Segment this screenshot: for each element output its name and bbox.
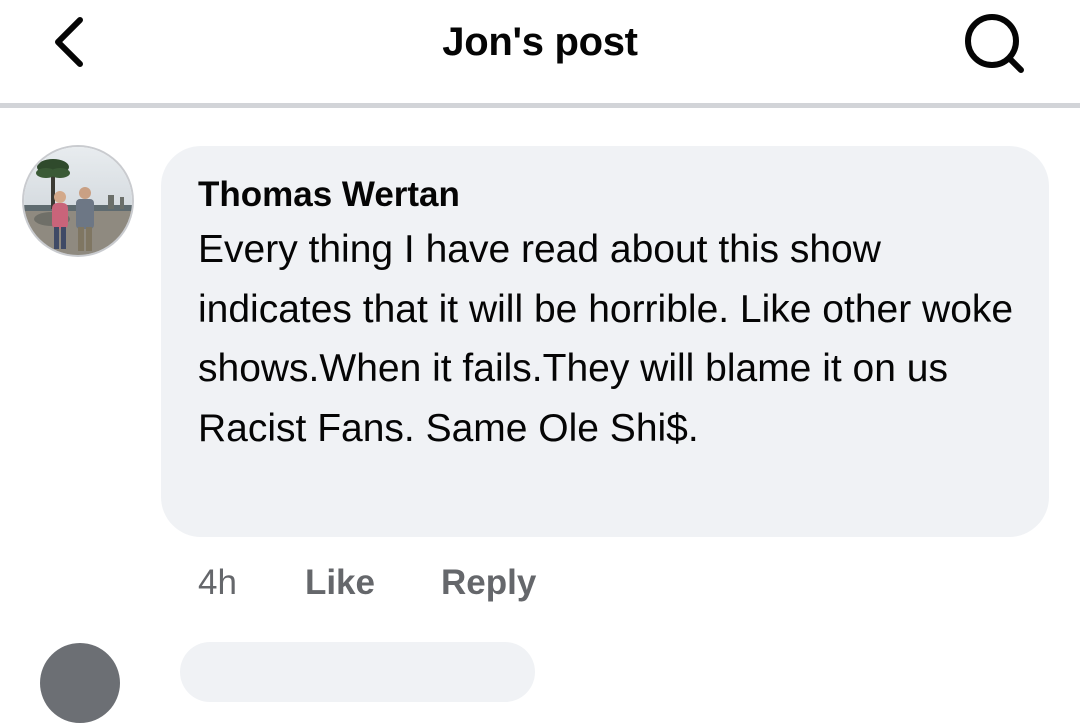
comment-author-name[interactable]: Thomas Wertan bbox=[198, 174, 460, 216]
next-comment-bubble bbox=[180, 642, 535, 702]
search-button[interactable] bbox=[958, 10, 1030, 76]
top-bar: Jon's post bbox=[0, 0, 1080, 104]
comment-text: Every thing I have read about this show … bbox=[198, 228, 1014, 450]
avatar[interactable] bbox=[24, 147, 132, 255]
comment-timestamp[interactable]: 4h bbox=[198, 563, 237, 603]
like-button[interactable]: Like bbox=[305, 563, 375, 603]
comment-actions: 4h Like Reply bbox=[198, 556, 536, 610]
next-comment-avatar[interactable] bbox=[40, 643, 120, 723]
profile-photo bbox=[24, 147, 132, 255]
page-title: Jon's post bbox=[442, 20, 638, 64]
comment-bubble: Thomas Wertan Every thing I have read ab… bbox=[161, 146, 1049, 537]
reply-button[interactable]: Reply bbox=[441, 563, 536, 603]
search-icon bbox=[965, 14, 1024, 73]
header-divider bbox=[0, 103, 1080, 108]
